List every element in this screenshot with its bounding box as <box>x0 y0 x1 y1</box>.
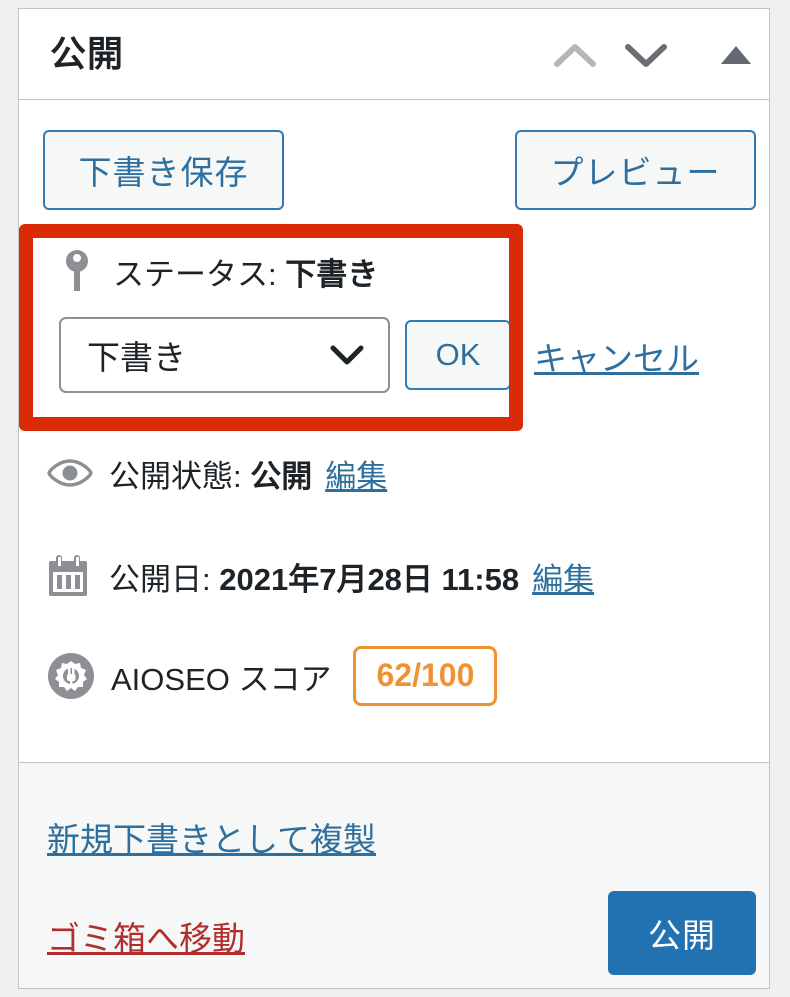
panel-footer: 新規下書きとして複製 ゴミ箱へ移動 公開 <box>19 763 769 988</box>
visibility-row: 公開状態: 公開 編集 <box>47 445 387 501</box>
page-title: 公開 <box>50 33 125 74</box>
save-draft-button[interactable]: 下書き保存 <box>43 130 284 210</box>
aioseo-gear-icon <box>47 652 99 700</box>
chevron-down-icon <box>330 344 364 366</box>
status-cancel-link[interactable]: キャンセル <box>534 332 699 380</box>
publish-date-value: 2021年7月28日 11:58 <box>219 561 520 597</box>
visibility-edit-link[interactable]: 編集 <box>325 451 387 496</box>
publish-date-prefix: 公開日: <box>109 561 220 597</box>
visibility-label: 公開状態: 公開 <box>109 451 312 496</box>
duplicate-as-draft-link[interactable]: 新規下書きとして複製 <box>47 813 376 861</box>
publish-date-edit-link[interactable]: 編集 <box>532 554 594 599</box>
preview-button[interactable]: プレビュー <box>515 130 756 210</box>
chevron-down-icon[interactable] <box>624 37 668 73</box>
status-label: ステータス: 下書き <box>113 249 378 294</box>
publish-panel: 公開 下書き保存 プレビュー ステータス: 下書き 下書き OK キャンセル 公… <box>18 8 770 989</box>
pin-icon <box>55 249 99 293</box>
panel-header: 公開 <box>19 9 769 100</box>
aioseo-label: AIOSEO スコア <box>111 661 332 697</box>
status-select[interactable]: 下書き <box>59 317 390 393</box>
status-ok-button[interactable]: OK <box>405 320 511 390</box>
triangle-up-icon[interactable] <box>714 37 758 73</box>
aioseo-score-row: AIOSEO スコア 62/100 <box>47 646 498 706</box>
panel-body: 下書き保存 プレビュー ステータス: 下書き 下書き OK キャンセル 公開状態… <box>19 100 769 763</box>
eye-icon <box>47 458 99 488</box>
publish-date-row: 公開日: 2021年7月28日 11:58 編集 <box>47 548 594 604</box>
move-to-trash-link[interactable]: ゴミ箱へ移動 <box>47 912 245 960</box>
publish-button[interactable]: 公開 <box>608 891 756 975</box>
aioseo-score-badge: 62/100 <box>353 646 498 706</box>
chevron-up-icon[interactable] <box>553 37 597 73</box>
visibility-label-prefix: 公開状態: <box>109 458 251 494</box>
status-label-prefix: ステータス: <box>113 256 286 292</box>
status-row: ステータス: 下書き <box>55 236 525 306</box>
publish-date-label: 公開日: 2021年7月28日 11:58 <box>109 554 519 599</box>
visibility-label-value: 公開 <box>250 458 313 494</box>
calendar-icon <box>47 554 99 598</box>
status-select-value: 下書き <box>87 339 186 376</box>
status-label-value: 下書き <box>285 256 379 292</box>
